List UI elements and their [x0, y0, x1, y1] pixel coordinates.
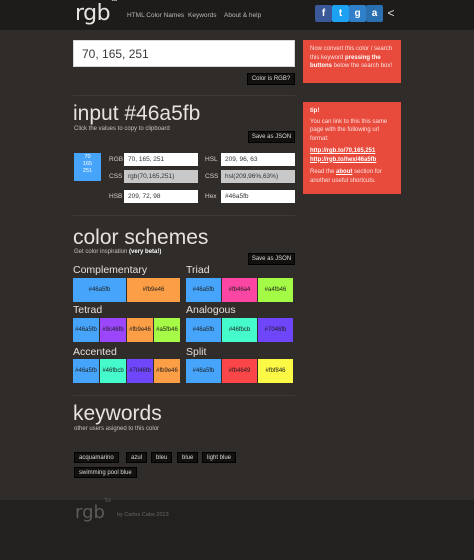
main-color-swatch: 70 165 251	[74, 153, 101, 181]
split-title: Split	[186, 346, 207, 358]
accented-title: Accented	[73, 346, 117, 358]
complementary-swatch[interactable]: #46a5fb	[73, 278, 126, 302]
nav-about-help[interactable]: About & help	[224, 12, 261, 19]
accented-swatch[interactable]: #46a5fb	[73, 359, 99, 383]
css-rgb-label: CSS	[109, 173, 123, 180]
info-card-convert: Now convert this color / search this key…	[303, 40, 401, 83]
facebook-icon[interactable]: f	[315, 5, 332, 22]
divider	[73, 395, 295, 396]
analogous-title: Analogous	[186, 304, 236, 316]
keyword-tag[interactable]: light blue	[202, 452, 237, 463]
google-plus-icon[interactable]: g	[349, 5, 366, 22]
footer-credit: by Carlos Cabo 2013	[117, 512, 169, 518]
analogous-swatch[interactable]: #7046fb	[258, 318, 293, 342]
analogous-swatch[interactable]: #46fbcb	[222, 318, 257, 342]
accented-swatch[interactable]: #7046fb	[127, 359, 153, 383]
triad-title: Triad	[186, 264, 210, 276]
hsl-value[interactable]: 209, 96, 63	[221, 153, 295, 166]
footer-logo[interactable]: rgbto	[75, 497, 111, 523]
accented-swatch[interactable]: #fb9e46	[154, 359, 180, 383]
tetrad-swatch[interactable]: #9c46fb	[100, 318, 126, 342]
tip-read-about: Read the about section for another usefu…	[310, 169, 382, 184]
save-json-button[interactable]: Save as JSON	[248, 131, 295, 143]
keyword-tag[interactable]: bleu	[151, 452, 173, 463]
nav-keywords[interactable]: Keywords	[188, 12, 217, 19]
triad-swatch[interactable]: #a4fb46	[258, 278, 293, 302]
nav-html-color-names[interactable]: HTML Color Names	[127, 12, 184, 19]
input-title: input #46a5fb	[73, 102, 201, 125]
keyword-tag[interactable]: acquamarino	[74, 452, 119, 463]
keywords-subtitle: other users asigned to this color	[74, 426, 160, 432]
hsl-label: HSL	[205, 156, 218, 163]
hsb-value[interactable]: 209, 72, 98	[124, 190, 198, 203]
share-icon[interactable]: <	[383, 5, 399, 22]
tetrad-swatch[interactable]: #a5fb46	[154, 318, 180, 342]
schemes-title: color schemes	[73, 226, 209, 249]
tetrad-title: Tetrad	[73, 304, 103, 316]
site-logo[interactable]: rgbto	[75, 0, 118, 26]
hex-value[interactable]: #46a5fb	[221, 190, 295, 203]
css-hsl-value[interactable]: hsl(209,96%,63%)	[221, 170, 295, 183]
tip-heading: tip!	[310, 108, 320, 114]
complementary-swatch[interactable]: #fb9e46	[127, 278, 180, 302]
keyword-tag[interactable]: swimming pool blue	[74, 467, 137, 478]
twitter-icon[interactable]: t	[332, 5, 349, 22]
color-is-rgb-button[interactable]: Color is RGB?	[247, 73, 295, 85]
info-card-tip: tip! You can link to this this same page…	[303, 102, 401, 194]
hsb-label: HSB	[109, 193, 123, 200]
tip-link-rgb[interactable]: http://rgb.to/70,165,251	[310, 147, 394, 156]
split-swatch[interactable]: #fb4649	[222, 359, 257, 383]
css-rgb-value[interactable]: rgb(70,165,251)	[124, 170, 198, 183]
complementary-title: Complementary	[73, 264, 148, 276]
tip-text: You can link to this this same page with…	[310, 118, 388, 142]
rgb-value[interactable]: 70, 165, 251	[124, 153, 198, 166]
triad-swatch[interactable]: #46a5fb	[186, 278, 221, 302]
hex-label: Hex	[205, 193, 217, 200]
divider	[73, 95, 295, 96]
split-swatch[interactable]: #fbf846	[258, 359, 293, 383]
tumblr-icon[interactable]: a	[366, 5, 383, 22]
footer	[0, 500, 474, 560]
color-search-input[interactable]: 70, 165, 251	[73, 40, 295, 67]
split-swatch[interactable]: #46a5fb	[186, 359, 221, 383]
keyword-tag[interactable]: azul	[126, 452, 148, 463]
input-subtitle: Click the values to copy to clipboard	[74, 126, 170, 132]
schemes-save-json-button[interactable]: Save as JSON	[248, 253, 295, 265]
keyword-tag[interactable]: blue	[177, 452, 199, 463]
accented-swatch[interactable]: #46fbcb	[100, 359, 126, 383]
tip-link-hex[interactable]: http://rgb.to/hex/46a5fb	[310, 156, 394, 165]
tetrad-swatch[interactable]: #fb9e46	[127, 318, 153, 342]
analogous-swatch[interactable]: #46a5fb	[186, 318, 221, 342]
tetrad-swatch[interactable]: #46a5fb	[73, 318, 99, 342]
rgb-label: RGB	[109, 156, 124, 163]
divider	[73, 215, 295, 216]
info-card-text-end: below the search box!	[332, 63, 393, 69]
triad-swatch[interactable]: #fb46a4	[222, 278, 257, 302]
keywords-title: keywords	[73, 402, 162, 425]
about-link[interactable]: about	[336, 169, 352, 175]
css-hsl-label: CSS	[205, 173, 219, 180]
schemes-subtitle: Get color inspiration (very beta!)	[74, 249, 162, 255]
